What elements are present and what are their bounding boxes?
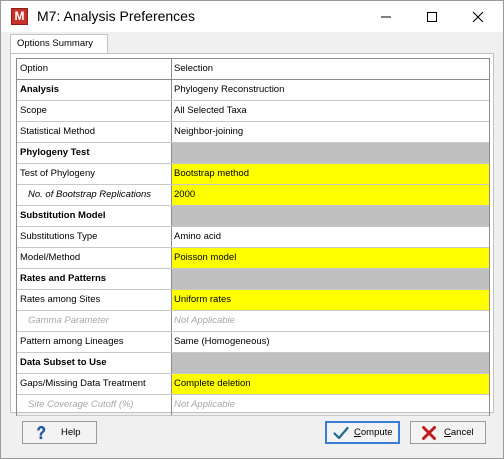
table-row[interactable]: Test of Phylogeny Bootstrap method	[17, 164, 489, 185]
selection-cell[interactable]: Uniform rates	[171, 290, 489, 310]
options-summary-panel: Option Selection Analysis Phylogeny Recon…	[10, 53, 494, 416]
selection-cell: All Selected Taxa	[171, 101, 489, 121]
option-cell: Substitution Model	[20, 210, 106, 221]
help-button[interactable]: Help	[22, 421, 97, 444]
close-button[interactable]	[455, 1, 501, 32]
option-cell: Statistical Method	[20, 126, 95, 137]
table-row[interactable]: Model/Method Poisson model	[17, 248, 489, 269]
selection-cell: Neighbor-joining	[171, 122, 489, 142]
table-row[interactable]: Phylogeny Test	[17, 143, 489, 164]
title-bar: M M7: Analysis Preferences	[1, 1, 503, 32]
option-cell: Scope	[20, 105, 47, 116]
option-cell: Gaps/Missing Data Treatment	[20, 378, 146, 389]
compute-label: Compute	[354, 427, 393, 438]
selection-cell: Phylogeny Reconstruction	[171, 80, 489, 100]
minimize-icon	[381, 16, 391, 18]
checkmark-icon	[333, 426, 349, 440]
maximize-button[interactable]	[409, 1, 455, 32]
table-row[interactable]: No. of Bootstrap Replications 2000	[17, 185, 489, 206]
selection-cell[interactable]: Complete deletion	[171, 374, 489, 394]
option-cell: Rates among Sites	[20, 294, 101, 305]
table-row[interactable]: Data Subset to Use	[17, 353, 489, 374]
option-cell: Substitutions Type	[20, 231, 98, 242]
selection-cell	[171, 206, 489, 226]
cancel-button[interactable]: Cancel	[410, 421, 486, 444]
option-cell: No. of Bootstrap Replications	[28, 189, 152, 200]
grid-header-row: Option Selection	[17, 59, 489, 80]
tab-options-summary[interactable]: Options Summary	[10, 34, 108, 54]
table-row[interactable]: Substitutions Type Amino acid	[17, 227, 489, 248]
table-row[interactable]: Analysis Phylogeny Reconstruction	[17, 80, 489, 101]
selection-cell	[171, 143, 489, 163]
table-row[interactable]: Substitution Model	[17, 206, 489, 227]
option-cell: Rates and Patterns	[20, 273, 107, 284]
cancel-label: Cancel	[444, 427, 474, 438]
table-row[interactable]: Gamma Parameter Not Applicable	[17, 311, 489, 332]
grid-rows: Analysis Phylogeny Reconstruction Scope All…	[17, 80, 489, 416]
table-row[interactable]: Rates among Sites Uniform rates	[17, 290, 489, 311]
options-grid: Option Selection Analysis Phylogeny Recon…	[16, 58, 490, 416]
question-icon	[37, 426, 46, 440]
table-row[interactable]: Rates and Patterns	[17, 269, 489, 290]
option-cell: Data Subset to Use	[20, 357, 107, 368]
window-title: M7: Analysis Preferences	[37, 8, 195, 24]
option-cell: Phylogeny Test	[20, 147, 90, 158]
table-row[interactable]: Gaps/Missing Data Treatment Complete dele…	[17, 374, 489, 395]
maximize-icon	[427, 12, 437, 22]
option-cell: Gamma Parameter	[28, 315, 109, 326]
help-label: Help	[61, 427, 81, 438]
x-icon	[422, 426, 436, 440]
selection-column-header: Selection	[171, 59, 489, 79]
option-cell: Analysis	[20, 84, 60, 95]
tab-strip: Options Summary	[1, 32, 503, 54]
table-row[interactable]: Scope All Selected Taxa	[17, 101, 489, 122]
selection-cell	[171, 353, 489, 373]
option-cell: Site Coverage Cutoff (%)	[28, 399, 134, 410]
compute-button[interactable]: Compute	[325, 421, 400, 444]
table-row[interactable]: Statistical Method Neighbor-joining	[17, 122, 489, 143]
selection-cell: Not Applicable	[171, 311, 489, 331]
selection-cell[interactable]: 2000	[171, 185, 489, 205]
minimize-button[interactable]	[363, 1, 409, 32]
mega-app-icon: M	[11, 8, 28, 25]
table-row[interactable]: Site Coverage Cutoff (%) Not Applicable	[17, 395, 489, 416]
close-icon	[472, 11, 484, 23]
selection-cell: Same (Homogeneous)	[171, 332, 489, 352]
option-cell: Model/Method	[20, 252, 81, 263]
option-cell: Test of Phylogeny	[20, 168, 95, 179]
option-cell: Pattern among Lineages	[20, 336, 124, 347]
analysis-preferences-dialog: M M7: Analysis Preferences Options Summa…	[0, 0, 504, 459]
selection-cell[interactable]: Poisson model	[171, 248, 489, 268]
selection-cell: Amino acid	[171, 227, 489, 247]
selection-cell: Not Applicable	[171, 395, 489, 415]
selection-cell	[171, 269, 489, 289]
table-row[interactable]: Pattern among Lineages Same (Homogeneous)	[17, 332, 489, 353]
option-column-header: Option	[17, 59, 171, 79]
selection-cell[interactable]: Bootstrap method	[171, 164, 489, 184]
